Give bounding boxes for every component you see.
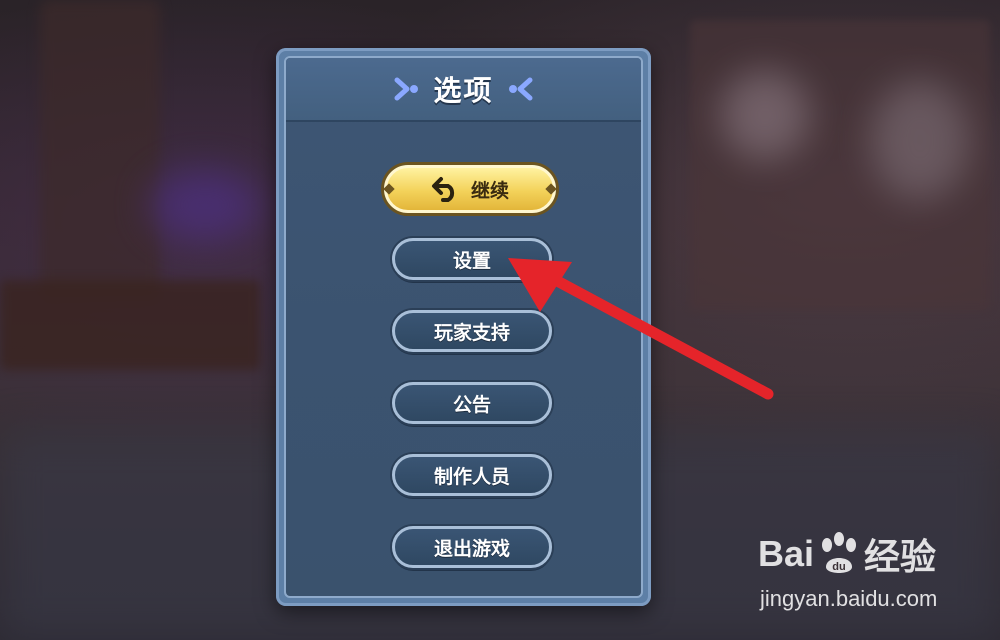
watermark-url: jingyan.baidu.com xyxy=(760,586,938,611)
watermark-logo: Bai du 经验 xyxy=(758,528,936,580)
background-blossom xyxy=(720,70,810,160)
watermark-text-jingyan: 经验 xyxy=(864,536,937,577)
continue-button[interactable]: 继续 xyxy=(383,165,557,213)
options-menu-header: 选项 xyxy=(286,58,641,122)
player-support-button[interactable]: 玩家支持 xyxy=(392,310,552,352)
settings-button[interactable]: 设置 xyxy=(392,238,552,280)
menu-title: 选项 xyxy=(433,74,494,107)
options-menu-body: 选项 继续 设置 玩家支持 公告 制作人员 退出游戏 xyxy=(284,56,643,598)
button-ornament xyxy=(545,183,557,195)
back-arrow-icon xyxy=(431,177,455,202)
announcement-button[interactable]: 公告 xyxy=(392,382,552,424)
background-flowers xyxy=(150,170,260,240)
svg-text:du: du xyxy=(832,561,845,573)
title-row: 选项 xyxy=(286,72,641,107)
watermark-text-bai: Bai xyxy=(758,533,815,574)
paw-icon: du xyxy=(822,532,857,573)
background-blossom xyxy=(870,80,970,200)
options-menu-panel: 选项 继续 设置 玩家支持 公告 制作人员 退出游戏 xyxy=(276,48,651,606)
game-scene: 选项 继续 设置 玩家支持 公告 制作人员 退出游戏 Bai du 经验 jin… xyxy=(0,0,1000,640)
background-bench xyxy=(0,280,260,370)
right-ornament-icon xyxy=(508,77,532,101)
background-tree xyxy=(40,0,160,300)
quit-game-button[interactable]: 退出游戏 xyxy=(392,526,552,568)
button-ornament xyxy=(383,183,395,195)
baidu-jingyan-watermark: Bai du 经验 jingyan.baidu.com xyxy=(758,528,948,620)
continue-label: 继续 xyxy=(470,179,509,202)
left-ornament-icon xyxy=(394,77,419,101)
credits-button[interactable]: 制作人员 xyxy=(392,454,552,496)
